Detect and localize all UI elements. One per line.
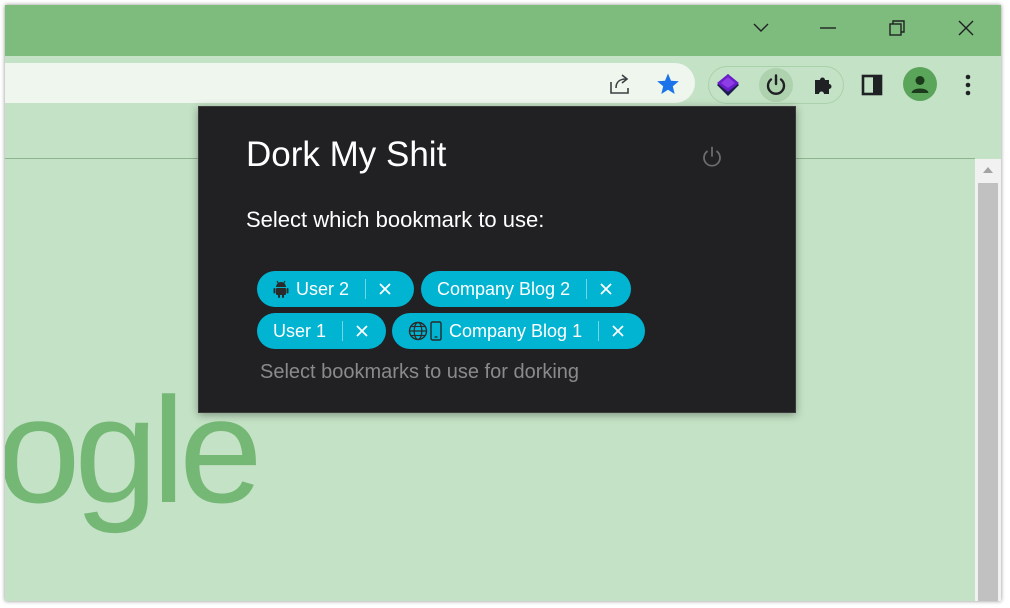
remove-chip-button[interactable] [366,271,404,307]
bookmark-chip[interactable]: User 2 [257,271,414,307]
page-scrollbar[interactable] [975,159,1001,601]
scrollbar-thumb[interactable] [978,183,998,601]
kebab-menu-icon [965,74,971,96]
tab-search-button[interactable] [741,11,781,45]
extension-dork-button[interactable] [759,68,793,102]
popup-subtitle: Select which bookmark to use: [246,207,545,232]
close-icon [600,283,612,295]
bookmark-chip[interactable]: Company Blog 1 [392,313,645,349]
popup-power-toggle[interactable] [699,144,725,170]
extensions-menu-button[interactable] [807,68,841,102]
share-icon [610,74,629,94]
power-icon [703,146,721,167]
android-icon [273,280,289,298]
close-icon [379,283,391,295]
title-bar [5,5,1001,56]
bookmark-chip-label: Company Blog 1 [449,320,583,341]
avatar-icon [911,76,929,93]
share-button[interactable] [603,67,637,101]
profile-button[interactable] [903,67,937,101]
remove-chip-button[interactable] [599,313,637,349]
browser-toolbar [5,56,1001,111]
bookmark-chip-label: User 2 [296,278,350,299]
arrow-up-icon [983,167,993,173]
extension-layers-button[interactable] [711,68,745,102]
globe-icon [408,321,428,341]
side-panel-icon [861,74,883,96]
minimize-button[interactable] [808,11,848,45]
side-panel-button[interactable] [855,68,889,102]
address-bar[interactable] [5,63,695,103]
layers-icon [717,74,739,96]
mobile-phone-icon [430,321,442,341]
power-icon [766,74,786,95]
popup-title: Dork My Shit [246,135,447,174]
chevron-down-icon [753,23,769,32]
scroll-up-button[interactable] [975,159,1001,181]
remove-chip-button[interactable] [587,271,625,307]
restore-icon [889,20,905,36]
bookmark-star-button[interactable] [651,67,685,101]
bookmark-chip[interactable]: User 1 [257,313,386,349]
bookmark-chip-label: Company Blog 2 [437,278,571,299]
restore-button[interactable] [877,11,917,45]
close-window-button[interactable] [946,11,986,45]
browser-menu-button[interactable] [951,68,985,102]
close-icon [356,325,368,337]
bookmark-chip-label: User 1 [273,320,327,341]
star-icon [657,73,679,94]
puzzle-icon [815,77,832,94]
extension-popup: Dork My Shit Select which bookmark to us… [198,106,796,413]
close-icon [612,325,624,337]
remove-chip-button[interactable] [343,313,381,349]
bookmark-select-input[interactable]: Select bookmarks to use for dorking [260,360,579,384]
browser-window: ogle Dork My Shit Select which bookmark … [5,5,1001,601]
bookmark-chip[interactable]: Company Blog 2 [421,271,631,307]
minimize-icon [820,27,836,29]
close-icon [958,20,974,36]
